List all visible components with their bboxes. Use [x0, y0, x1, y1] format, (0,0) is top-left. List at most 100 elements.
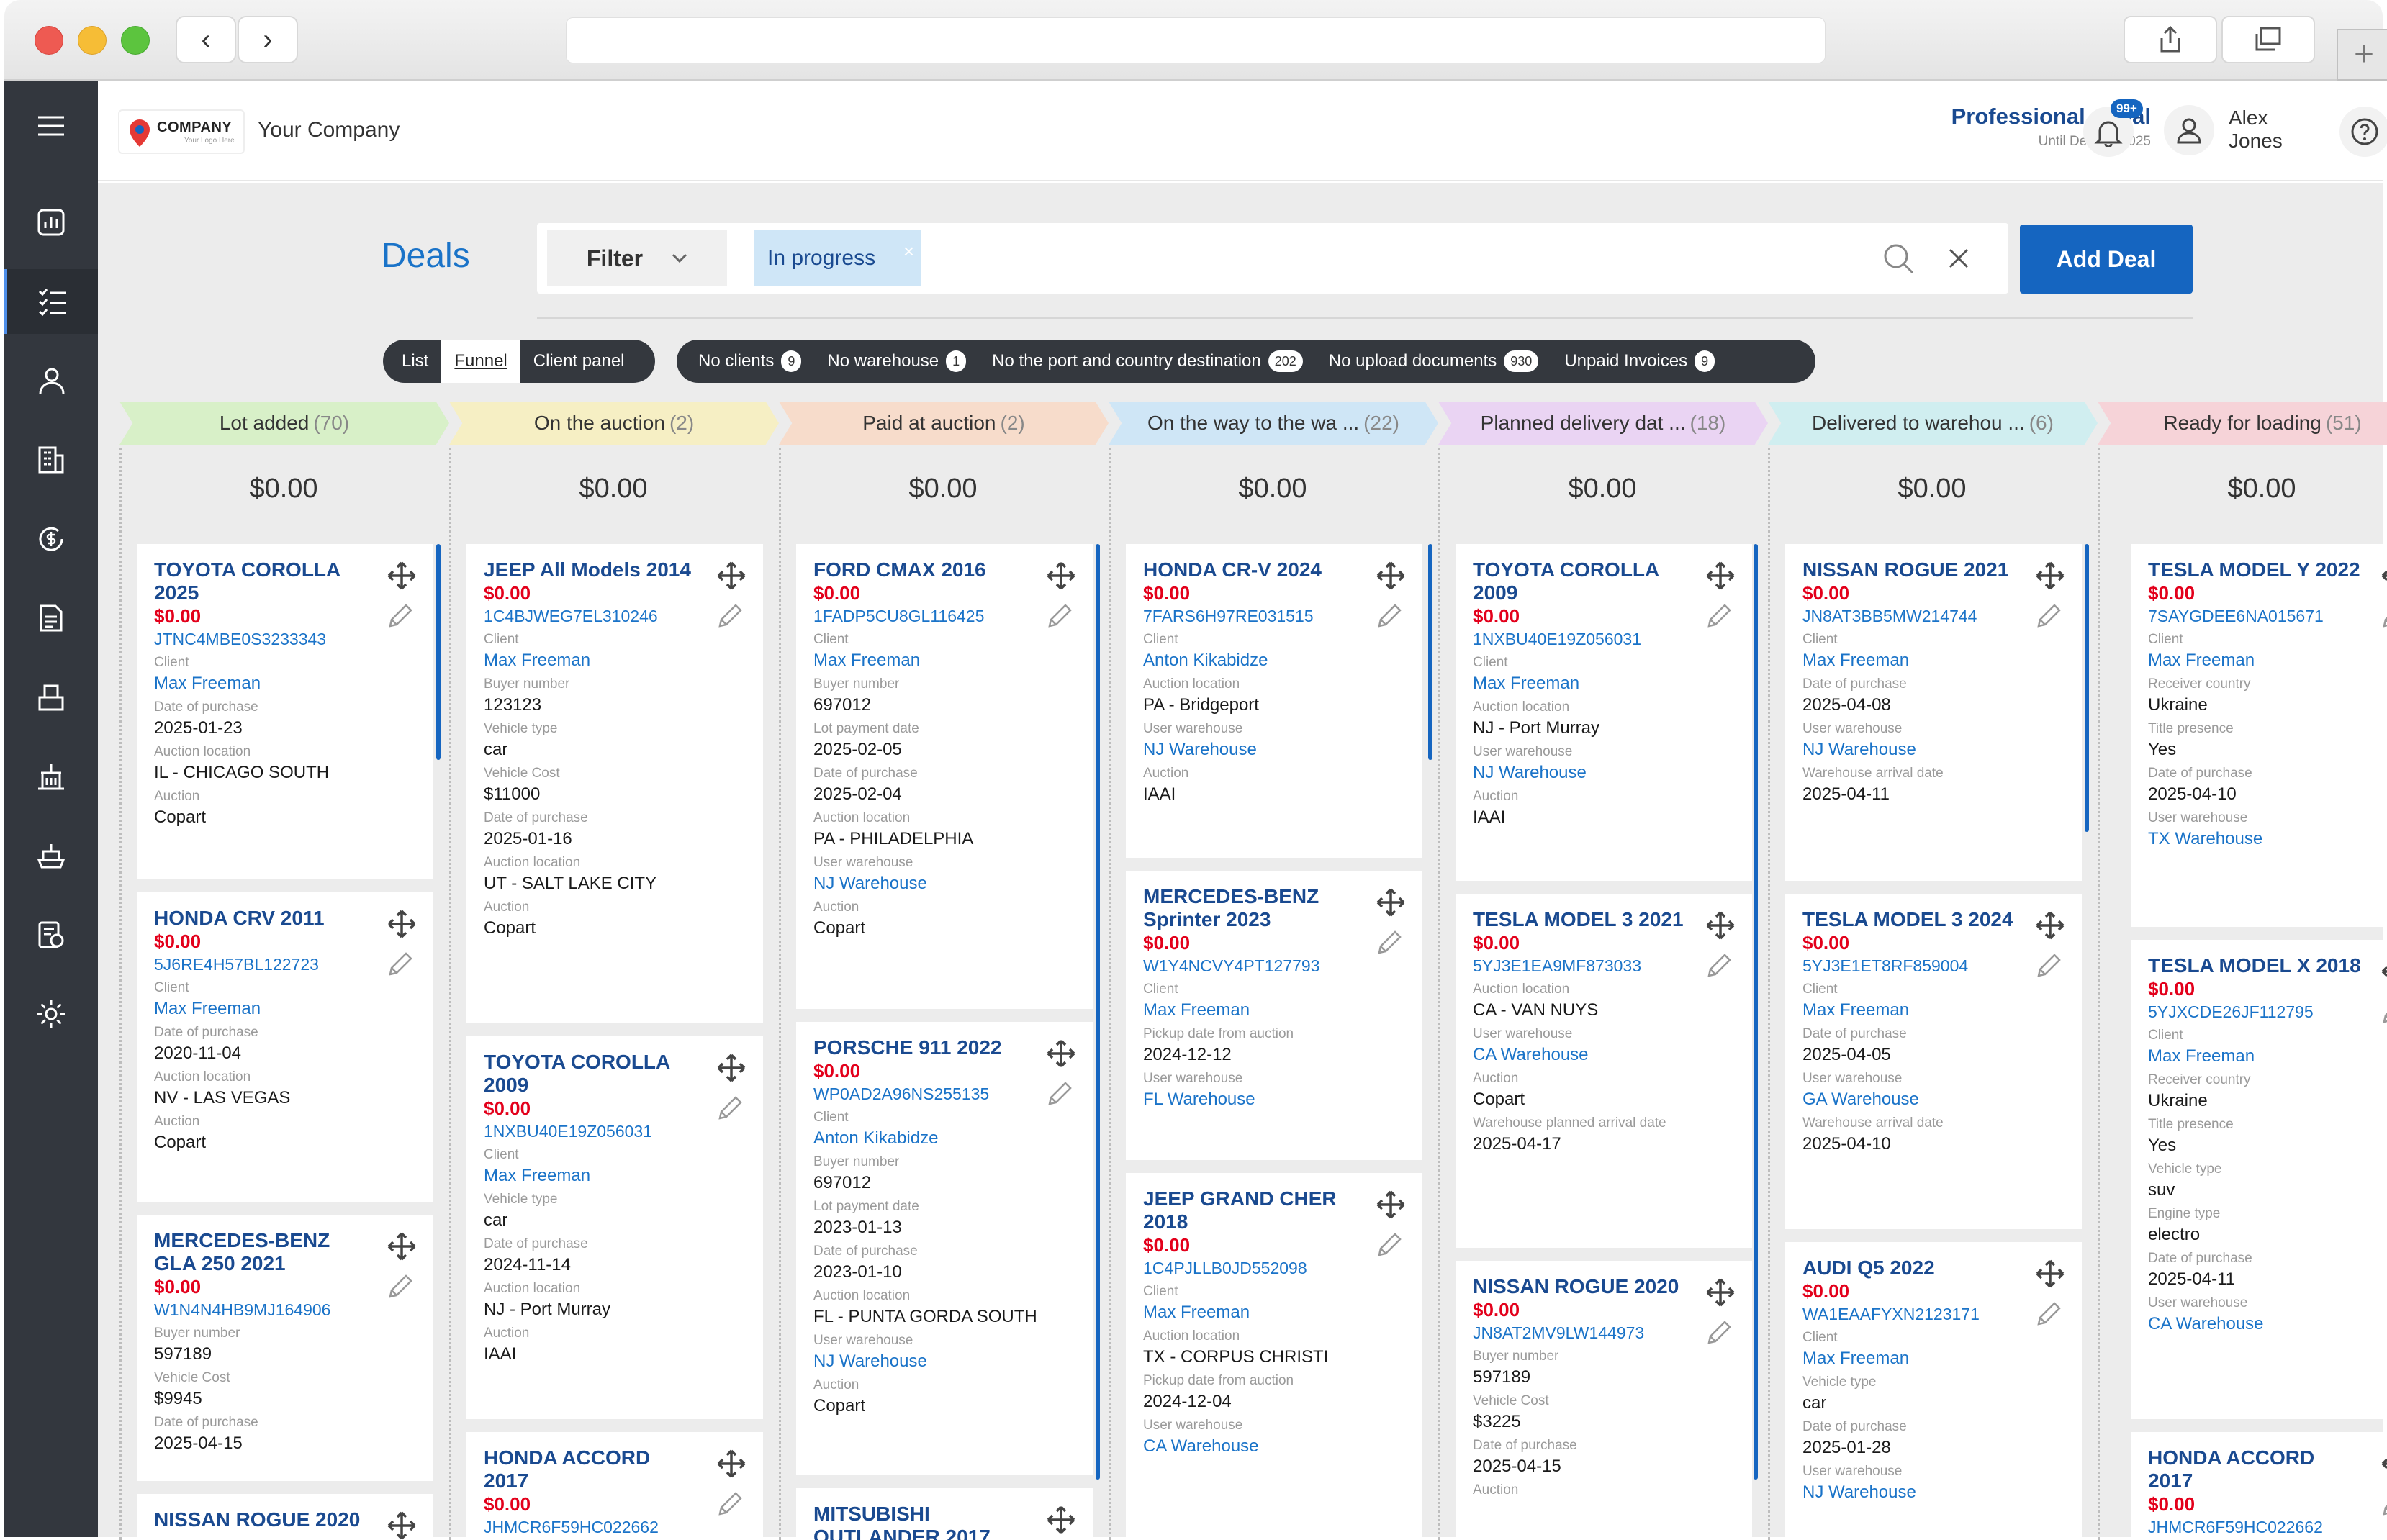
sidebar-item-payments[interactable]: [4, 507, 98, 571]
column-header[interactable]: Lot added (70): [119, 402, 449, 445]
column-scrollbar[interactable]: [1754, 544, 1758, 1480]
deal-title[interactable]: JEEP GRAND CHER 2018: [1143, 1187, 1359, 1233]
move-icon[interactable]: [1705, 1277, 1736, 1308]
deal-card[interactable]: JEEP All Models 2014 $0.00 1C4BJWEG7EL3102…: [466, 544, 763, 1023]
deal-card[interactable]: NISSAN ROGUE 2021 $0.00 JN8AT3BB5MW214744 C…: [1785, 544, 2082, 881]
field-value[interactable]: Max Freeman: [154, 997, 416, 1020]
deal-card[interactable]: TESLA MODEL Y 2022 $0.00 7SAYGDEE6NA015671…: [2131, 544, 2387, 927]
move-icon[interactable]: [1045, 560, 1077, 592]
deal-vin[interactable]: 1FADP5CU8GL116425: [813, 604, 1075, 628]
notifications-button[interactable]: 99+: [2083, 99, 2143, 157]
deal-title[interactable]: TESLA MODEL 3 2021: [1473, 908, 1689, 931]
field-value[interactable]: NJ Warehouse: [1802, 738, 2065, 761]
deal-vin[interactable]: 1C4BJWEG7EL310246: [484, 604, 746, 628]
deal-card[interactable]: TESLA MODEL 3 2024 $0.00 5YJ3E1ET8RF859004…: [1785, 894, 2082, 1229]
edit-pencil-icon[interactable]: [2034, 951, 2063, 980]
field-value[interactable]: Max Freeman: [1473, 672, 1735, 695]
field-value[interactable]: Anton Kikabidze: [1143, 649, 1405, 672]
field-value[interactable]: Max Freeman: [484, 649, 746, 672]
field-value[interactable]: Max Freeman: [1143, 999, 1405, 1022]
help-button[interactable]: [2339, 107, 2387, 157]
deal-vin[interactable]: WA1EAAFYXN2123171: [1802, 1303, 2065, 1326]
field-value[interactable]: Max Freeman: [1802, 1347, 2065, 1370]
sidebar-item-companies[interactable]: [4, 427, 98, 492]
field-value[interactable]: Max Freeman: [813, 649, 1075, 672]
field-value[interactable]: Max Freeman: [1802, 999, 2065, 1022]
deal-vin[interactable]: 7FARS6H97RE031515: [1143, 604, 1405, 628]
deal-vin[interactable]: 1C4PJLLB0JD552098: [1143, 1256, 1405, 1279]
deal-vin[interactable]: JN8AT3BB5MW214744: [1802, 604, 2065, 628]
deal-title[interactable]: PORSCHE 911 2022: [813, 1036, 1029, 1059]
deal-title[interactable]: TOYOTA COROLLA 2025: [154, 558, 370, 604]
field-value[interactable]: Max Freeman: [2148, 649, 2387, 672]
deal-title[interactable]: TOYOTA COROLLA 2009: [484, 1051, 700, 1097]
field-value[interactable]: CA Warehouse: [1473, 1043, 1735, 1066]
deal-card[interactable]: PORSCHE 911 2022 $0.00 WP0AD2A96NS255135 Cl…: [796, 1022, 1093, 1475]
deal-card[interactable]: HONDA ACCORD 2017 $0.00 JHMCR6F59HC022662: [2131, 1432, 2387, 1540]
field-value[interactable]: FL Warehouse: [1143, 1088, 1405, 1111]
add-deal-button[interactable]: Add Deal: [2020, 225, 2193, 294]
deal-vin[interactable]: W1N4N4HB9MJ164906: [154, 1298, 416, 1321]
deal-title[interactable]: FORD CMAX 2016: [813, 558, 1029, 581]
move-icon[interactable]: [2034, 910, 2066, 941]
field-value[interactable]: Anton Kikabidze: [813, 1127, 1075, 1150]
quick-filter-no-clients[interactable]: No clients 9: [685, 340, 814, 383]
edit-pencil-icon[interactable]: [2380, 997, 2387, 1026]
deal-vin[interactable]: 1NXBU40E19Z056031: [1473, 628, 1735, 651]
minimize-window-button[interactable]: [78, 26, 107, 55]
field-value[interactable]: Max Freeman: [1802, 649, 2065, 672]
sidebar-item-reports[interactable]: [4, 902, 98, 967]
search-input[interactable]: [940, 237, 1833, 279]
deal-title[interactable]: TESLA MODEL 3 2024: [1802, 908, 2018, 931]
menu-button[interactable]: [4, 94, 98, 158]
column-scrollbar[interactable]: [2085, 544, 2089, 832]
edit-pencil-icon[interactable]: [1705, 951, 1733, 980]
edit-pencil-icon[interactable]: [386, 602, 415, 630]
field-value[interactable]: NJ Warehouse: [1143, 738, 1405, 761]
edit-pencil-icon[interactable]: [1375, 1231, 1404, 1259]
edit-pencil-icon[interactable]: [716, 1094, 744, 1123]
deal-title[interactable]: MERCEDES-BENZ Sprinter 2023: [1143, 885, 1359, 931]
user-menu[interactable]: Alex Jones: [2164, 102, 2329, 160]
deal-vin[interactable]: 5YJXCDE26JF112795: [2148, 1000, 2387, 1023]
tab-client-panel[interactable]: Client panel: [520, 340, 638, 383]
active-filter-chip[interactable]: In progress ×: [754, 230, 921, 286]
forward-button[interactable]: ›: [238, 16, 298, 63]
move-icon[interactable]: [1045, 1038, 1077, 1069]
move-icon[interactable]: [386, 908, 418, 940]
deal-vin[interactable]: 1NXBU40E19Z056031: [484, 1120, 746, 1143]
deal-card[interactable]: MITSUBISHI OUTLANDER 2017: [796, 1488, 1093, 1540]
move-icon[interactable]: [386, 560, 418, 592]
deal-title[interactable]: TESLA MODEL Y 2022: [2148, 558, 2364, 581]
move-icon[interactable]: [2034, 560, 2066, 592]
share-button[interactable]: [2124, 16, 2217, 63]
quick-filter-unpaid-invoices[interactable]: Unpaid Invoices 9: [1551, 340, 1728, 383]
back-button[interactable]: ‹: [176, 16, 236, 63]
new-tab-button[interactable]: +: [2337, 29, 2387, 81]
move-icon[interactable]: [1375, 560, 1407, 592]
quick-filter-no-documents[interactable]: No upload documents 930: [1316, 340, 1552, 383]
column-header[interactable]: On the auction (2): [449, 402, 779, 445]
deal-title[interactable]: HONDA ACCORD 2017: [484, 1446, 700, 1493]
deal-title[interactable]: TESLA MODEL X 2018: [2148, 954, 2364, 977]
zoom-window-button[interactable]: [121, 26, 150, 55]
move-icon[interactable]: [1705, 910, 1736, 941]
move-icon[interactable]: [716, 560, 747, 592]
deal-title[interactable]: NISSAN ROGUE 2021: [1802, 558, 2018, 581]
edit-pencil-icon[interactable]: [1045, 1079, 1074, 1108]
deal-title[interactable]: NISSAN ROGUE 2020: [154, 1508, 370, 1531]
column-scrollbar[interactable]: [436, 544, 441, 760]
deal-card[interactable]: AUDI Q5 2022 $0.00 WA1EAAFYXN2123171 Client…: [1785, 1242, 2082, 1540]
deal-vin[interactable]: 7SAYGDEE6NA015671: [2148, 604, 2387, 628]
move-icon[interactable]: [1375, 887, 1407, 918]
field-value[interactable]: Max Freeman: [1143, 1301, 1405, 1324]
sidebar-item-dashboard[interactable]: [4, 190, 98, 255]
edit-pencil-icon[interactable]: [716, 1490, 744, 1518]
edit-pencil-icon[interactable]: [386, 950, 415, 979]
deal-card[interactable]: TESLA MODEL 3 2021 $0.00 5YJ3E1EA9MF873033…: [1456, 894, 1752, 1248]
move-icon[interactable]: [1375, 1189, 1407, 1220]
deal-title[interactable]: HONDA ACCORD 2017: [2148, 1446, 2364, 1493]
deal-card[interactable]: MERCEDES-BENZ Sprinter 2023 $0.00 W1Y4NCVY…: [1126, 871, 1422, 1160]
deal-card[interactable]: TOYOTA COROLLA 2009 $0.00 1NXBU40E19Z05603…: [1456, 544, 1752, 881]
deal-card[interactable]: JEEP GRAND CHER 2018 $0.00 1C4PJLLB0JD5520…: [1126, 1173, 1422, 1540]
